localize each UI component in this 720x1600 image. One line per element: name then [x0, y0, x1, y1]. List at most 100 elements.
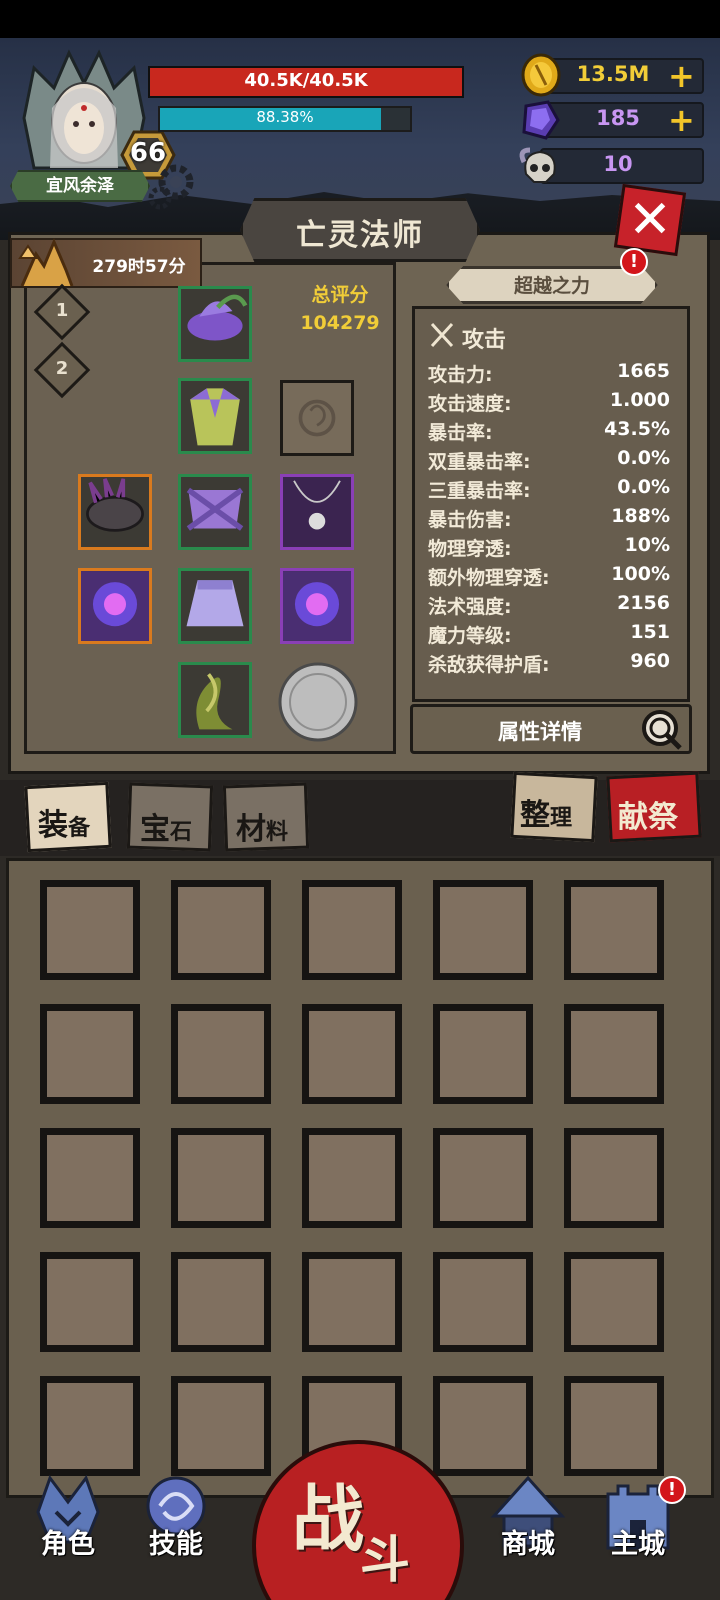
inventory-slot[interactable] — [433, 1004, 533, 1104]
preset-2-label: 2 — [55, 358, 69, 379]
inventory-slot[interactable] — [564, 1004, 664, 1104]
inventory-slot[interactable] — [433, 1252, 533, 1352]
inventory-slot[interactable] — [302, 1128, 402, 1228]
stat-name: 攻击力: — [428, 364, 493, 386]
inventory-slot[interactable] — [171, 1252, 271, 1352]
inventory-slot[interactable] — [171, 880, 271, 980]
arcane-orb-icon — [283, 571, 351, 641]
vine-boots-icon — [196, 673, 233, 730]
equip-slot-boots[interactable] — [178, 662, 252, 738]
inventory-slot[interactable] — [171, 1004, 271, 1104]
hp-text: 40.5K/40.5K — [244, 70, 368, 91]
main-city-alert-icon: ! — [658, 1476, 686, 1504]
robe-top-icon — [190, 388, 240, 446]
inventory-slot[interactable] — [40, 1376, 140, 1476]
stat-name: 物理穿透: — [428, 538, 512, 560]
equip-slot-legs[interactable] — [178, 568, 252, 644]
tab-equipment-label: 装备 — [38, 808, 91, 843]
shop-nav-label: 商城 — [501, 1529, 555, 1560]
empty-slot-icon — [298, 399, 336, 437]
equip-slot-chest[interactable] — [178, 474, 252, 550]
tab-materials-label: 材料 — [236, 812, 289, 847]
stat-value: 1665 — [617, 360, 670, 382]
crystal-icon — [522, 100, 560, 140]
close-icon: ✕ — [628, 190, 672, 250]
search-icon[interactable] — [640, 708, 684, 752]
inventory-slot[interactable] — [40, 1252, 140, 1352]
timer-text: 279时57分 — [92, 257, 186, 277]
ram-skull-icon — [519, 147, 556, 183]
stat-value: 2156 — [617, 592, 670, 614]
score-value: 104279 — [300, 312, 380, 334]
inventory-slot[interactable] — [302, 1252, 402, 1352]
inventory-slot[interactable] — [433, 1376, 533, 1476]
inventory-slot[interactable] — [40, 1004, 140, 1104]
stat-name: 暴击率: — [428, 422, 493, 444]
equip-slot-helmet[interactable] — [178, 286, 252, 362]
inventory-slot[interactable] — [302, 1004, 402, 1104]
attribute-details-label: 属性详情 — [498, 720, 582, 744]
stat-name: 双重暴击率: — [428, 451, 531, 473]
gear-icon[interactable] — [146, 160, 198, 212]
claw-bracer-icon — [86, 478, 144, 532]
stat-name: 法术强度: — [428, 596, 512, 618]
character-nav-label: 角色 — [41, 1529, 95, 1560]
equip-slot-shoulders[interactable] — [178, 378, 252, 454]
skirt-icon — [186, 580, 244, 627]
inventory-slot[interactable] — [40, 880, 140, 980]
equip-slot-weapon-left[interactable] — [78, 568, 152, 644]
inventory-slot[interactable] — [564, 1128, 664, 1228]
status-bar — [0, 0, 720, 38]
score-label: 总评分 — [311, 284, 369, 306]
player-name: 宜风余泽 — [10, 170, 150, 202]
equip-slot-empty[interactable] — [280, 380, 354, 456]
stat-value: 43.5% — [604, 418, 670, 440]
flower-hat-icon — [187, 294, 248, 341]
skills-nav-label: 技能 — [149, 1529, 203, 1560]
inventory-slot[interactable] — [171, 1376, 271, 1476]
inventory-slot[interactable] — [433, 1128, 533, 1228]
purple-armor-icon — [186, 487, 244, 531]
sacrifice-label: 献祭 — [618, 800, 678, 835]
class-title: 亡灵法师 — [296, 218, 424, 253]
stat-value: 10% — [624, 534, 670, 556]
stat-name: 攻击速度: — [428, 393, 512, 415]
stat-value: 0.0% — [617, 447, 670, 469]
exp-text: 88.38% — [256, 108, 314, 126]
stat-name: 暴击伤害: — [428, 509, 512, 531]
add-crystal-button[interactable]: + — [668, 104, 695, 136]
equip-slot-bracer[interactable] — [78, 474, 152, 550]
stat-value: 960 — [630, 650, 670, 672]
main-city-nav-label: 主城 — [611, 1529, 665, 1560]
stats-header: 攻击 — [462, 328, 507, 353]
inventory-slot[interactable] — [40, 1128, 140, 1228]
stat-name: 三重暴击率: — [428, 480, 531, 502]
inventory-slot[interactable] — [171, 1128, 271, 1228]
necklace-icon — [283, 477, 351, 547]
stat-name: 额外物理穿透: — [428, 567, 550, 589]
gold-amount: 13.5M — [576, 62, 650, 86]
battle-label-small: 斗 — [360, 1531, 410, 1589]
inventory-slot[interactable] — [564, 880, 664, 980]
preset-1-label: 1 — [55, 300, 69, 321]
inventory-slot[interactable] — [433, 880, 533, 980]
beyond-power-alert-icon: ! — [620, 248, 648, 276]
stat-name: 杀敌获得护盾: — [428, 654, 550, 676]
skull-amount: 10 — [603, 152, 633, 176]
stat-value: 0.0% — [617, 476, 670, 498]
equip-slot-weapon-right[interactable] — [280, 568, 354, 644]
beyond-power-label: 超越之力 — [513, 275, 590, 297]
crystal-amount: 185 — [596, 106, 640, 130]
rank-up-icon[interactable] — [14, 236, 76, 292]
crossed-swords-icon — [430, 322, 454, 348]
inventory-slot[interactable] — [564, 1376, 664, 1476]
stat-value: 188% — [611, 505, 670, 527]
silver-seal-icon[interactable] — [276, 660, 360, 744]
inventory-slot[interactable] — [302, 880, 402, 980]
inventory-slot[interactable] — [564, 1252, 664, 1352]
sort-label: 整理 — [520, 798, 573, 833]
equip-slot-necklace[interactable] — [280, 474, 354, 550]
stat-name: 魔力等级: — [428, 625, 512, 647]
add-gold-button[interactable]: + — [668, 60, 695, 92]
stat-value: 100% — [611, 563, 670, 585]
